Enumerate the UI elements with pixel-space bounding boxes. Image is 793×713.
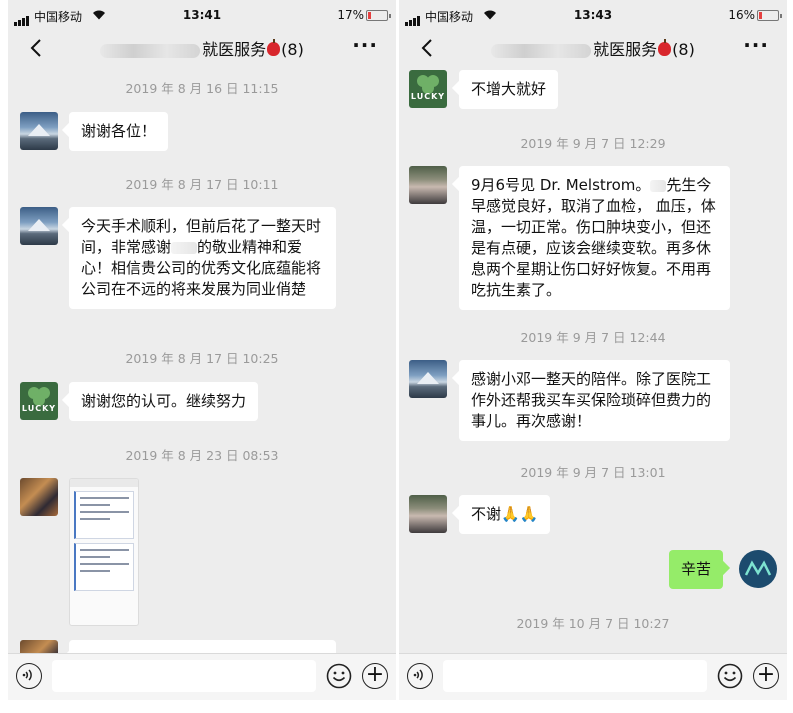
chat-header: 就医服务 (8) ··· bbox=[399, 30, 787, 64]
plus-icon[interactable]: + bbox=[753, 663, 779, 689]
avatar[interactable] bbox=[20, 478, 58, 516]
apple-icon bbox=[658, 39, 672, 56]
avatar[interactable] bbox=[409, 166, 447, 204]
status-bar: 中国移动 13:41 17% bbox=[8, 0, 396, 30]
avatar[interactable] bbox=[409, 360, 447, 398]
right-screenshot: 中国移动 13:43 16% 就医服务 (8) ··· LUCKY 不增大就好 2… bbox=[399, 0, 787, 700]
avatar[interactable]: LUCKY bbox=[20, 382, 58, 420]
avatar-lucky-text: LUCKY bbox=[21, 404, 57, 413]
battery-percent: 17% bbox=[337, 8, 364, 22]
avatar[interactable]: LUCKY bbox=[409, 70, 447, 108]
avatar[interactable] bbox=[409, 495, 447, 533]
left-screenshot: 中国移动 13:41 17% 就医服务 (8) ··· 2019 年 8 月 16… bbox=[8, 0, 396, 700]
message-bubble[interactable]: 谢谢您的认可。继续努力 bbox=[69, 382, 259, 421]
back-icon[interactable] bbox=[417, 37, 439, 59]
emoji-icon[interactable] bbox=[326, 663, 352, 689]
timestamp: 2019 年 9 月 7 日 12:29 bbox=[520, 136, 666, 151]
battery-percent: 16% bbox=[728, 8, 755, 22]
message-bubble[interactable]: 谢谢各位！ bbox=[69, 112, 169, 151]
plus-icon[interactable]: + bbox=[362, 663, 388, 689]
message-list[interactable]: LUCKY 不增大就好 2019 年 9 月 7 日 12:29 9月6号见 D… bbox=[399, 64, 787, 654]
redacted-text bbox=[171, 241, 198, 254]
message-bubble[interactable]: 不增大就好 bbox=[459, 70, 559, 109]
status-bar: 中国移动 13:43 16% bbox=[399, 0, 787, 30]
message-bubble[interactable]: 感谢小邓一整天的陪伴。除了医院工作外还帮我买车买保险琐碎但费力的事儿。再次感谢！ bbox=[459, 360, 730, 441]
chat-title: 就医服务 (8) bbox=[68, 36, 336, 60]
avatar-lucky-text: LUCKY bbox=[410, 92, 446, 101]
chat-title: 就医服务 (8) bbox=[459, 36, 727, 60]
battery-icon bbox=[366, 10, 391, 21]
timestamp: 2019 年 10 月 7 日 10:27 bbox=[516, 616, 670, 631]
timestamp: 2019 年 8 月 17 日 10:25 bbox=[125, 351, 279, 366]
avatar[interactable] bbox=[20, 207, 58, 245]
input-bar: + bbox=[399, 653, 787, 700]
timestamp: 2019 年 9 月 7 日 12:44 bbox=[520, 330, 666, 345]
battery-icon bbox=[757, 10, 782, 21]
message-bubble[interactable]: 辛苦 bbox=[669, 550, 724, 589]
avatar[interactable] bbox=[20, 112, 58, 150]
more-icon[interactable]: ··· bbox=[743, 35, 769, 55]
redacted-name bbox=[491, 43, 592, 58]
more-icon[interactable]: ··· bbox=[352, 35, 378, 55]
message-input[interactable] bbox=[52, 660, 316, 692]
back-icon[interactable] bbox=[26, 37, 48, 59]
timestamp: 2019 年 8 月 17 日 10:11 bbox=[125, 177, 279, 192]
message-input[interactable] bbox=[443, 660, 707, 692]
redacted-text bbox=[650, 179, 667, 192]
timestamp: 2019 年 8 月 16 日 11:15 bbox=[125, 81, 279, 96]
avatar[interactable] bbox=[20, 640, 58, 654]
voice-icon[interactable] bbox=[16, 663, 42, 689]
input-bar: + bbox=[8, 653, 396, 700]
message-bubble[interactable]: 不谢🙏🙏 bbox=[459, 495, 551, 534]
chat-header: 就医服务 (8) ··· bbox=[8, 30, 396, 64]
message-bubble[interactable]: 9月6号见 Dr. Melstrom。 先生今早感觉良好，取消了血检， 血压，体温… bbox=[459, 166, 730, 310]
message-list[interactable]: 2019 年 8 月 16 日 11:15 谢谢各位！ 2019 年 8 月 1… bbox=[8, 64, 396, 654]
timestamp: 2019 年 8 月 23 日 08:53 bbox=[125, 448, 279, 463]
message-bubble[interactable]: 今天手术顺利，但前后花了一整天时间，非常感谢 的敬业精神和爱心！相信贵公司的优秀文… bbox=[69, 207, 336, 309]
apple-icon bbox=[267, 39, 281, 56]
message-bubble[interactable] bbox=[69, 640, 336, 654]
logo-icon bbox=[744, 560, 772, 576]
timestamp: 2019 年 9 月 7 日 13:01 bbox=[520, 465, 666, 480]
avatar[interactable] bbox=[739, 550, 777, 588]
emoji-icon[interactable] bbox=[717, 663, 743, 689]
image-message[interactable] bbox=[69, 478, 139, 626]
redacted-name bbox=[100, 43, 201, 58]
voice-icon[interactable] bbox=[407, 663, 433, 689]
